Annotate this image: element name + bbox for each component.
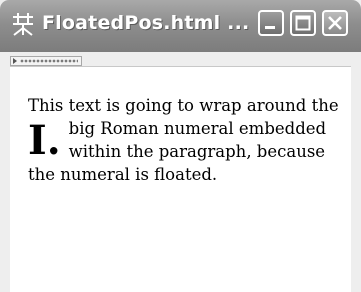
paragraph: This text is going to wrap around the bi… [28,94,340,186]
title-bar[interactable]: FloatedPos.html ... [0,0,361,52]
page-content: This text is going to wrap around the bi… [10,67,351,292]
grip-dots [20,59,78,63]
minimize-icon [265,26,275,29]
expand-arrow-icon[interactable] [13,58,17,64]
browser-window: FloatedPos.html ... This text is going t… [0,0,361,292]
toolbar-grip[interactable] [10,56,82,66]
close-button[interactable] [322,10,348,36]
roman-numeral: I. [28,117,61,164]
close-icon [328,16,342,30]
maximize-button[interactable] [290,10,316,36]
minimize-button[interactable] [258,10,284,36]
maximize-icon [295,15,311,31]
browser-app-icon[interactable] [10,11,36,37]
window-title: FloatedPos.html ... [42,12,250,34]
